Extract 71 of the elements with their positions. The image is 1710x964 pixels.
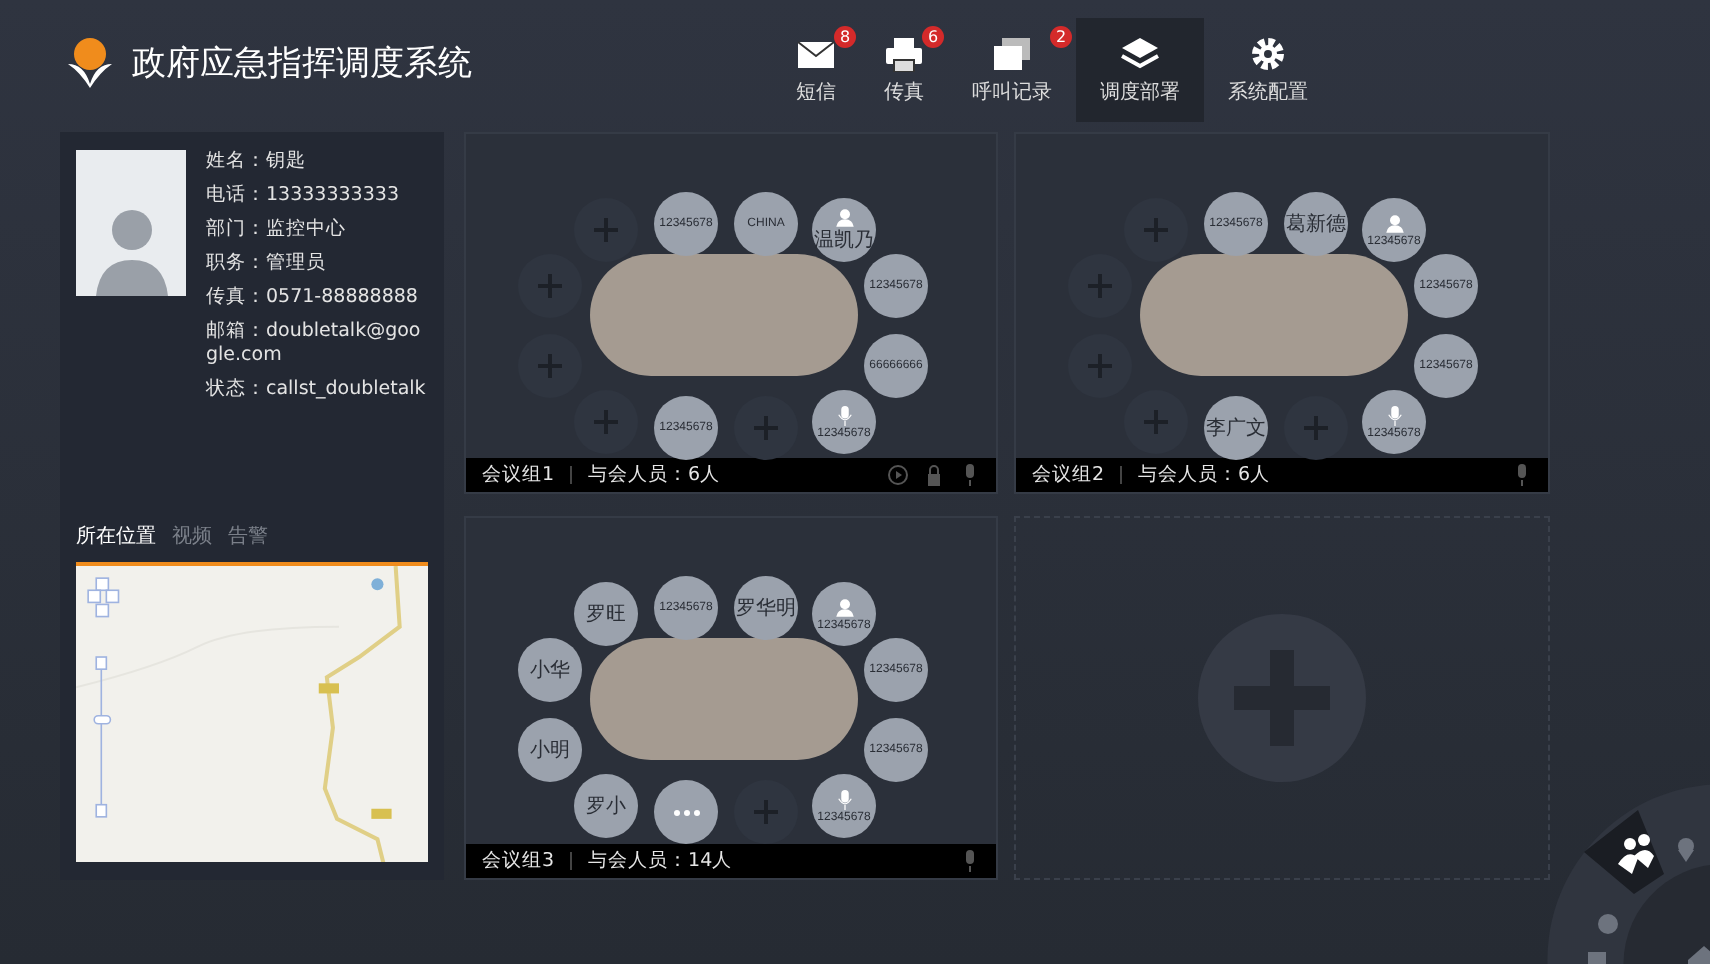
profile-field: 传真：0571-88888888 <box>206 286 428 310</box>
participant-seat[interactable]: 罗华明 <box>734 576 798 640</box>
envelope-icon <box>796 35 836 71</box>
plus-icon <box>1088 274 1112 298</box>
add-seat-button[interactable] <box>574 198 638 262</box>
microphone-icon <box>835 789 853 809</box>
settings-icon <box>1248 35 1288 71</box>
lock-icon[interactable] <box>924 464 944 486</box>
logo-icon <box>64 36 116 88</box>
add-seat-button[interactable] <box>1068 334 1132 398</box>
participant-seat[interactable]: 李广文 <box>1204 396 1268 460</box>
add-seat-button[interactable] <box>1124 390 1188 454</box>
add-seat-button[interactable] <box>518 254 582 318</box>
add-seat-button[interactable] <box>734 396 798 460</box>
participant-seat[interactable]: 温凯乃 <box>812 198 876 262</box>
tab[interactable]: 告警 <box>228 518 268 555</box>
tab[interactable]: 视频 <box>172 518 212 555</box>
plus-icon <box>1144 218 1168 242</box>
participant-seat[interactable]: 小明 <box>518 718 582 782</box>
participant-count: 与会人员：6人 <box>1138 462 1271 488</box>
plus-icon <box>1144 410 1168 434</box>
profile-field: 部门：监控中心 <box>206 218 428 242</box>
participant-seat[interactable]: 罗旺 <box>574 582 638 646</box>
count-badge: 8 <box>834 26 856 48</box>
stacked-cards-icon <box>992 35 1032 71</box>
microphone-icon <box>1385 405 1403 425</box>
tab[interactable]: 所在位置 <box>76 518 156 555</box>
nav-button[interactable]: 系统配置 <box>1204 18 1332 122</box>
count-badge: 6 <box>922 26 944 48</box>
count-badge: 2 <box>1050 26 1072 48</box>
group-name: 会议组2 <box>1032 462 1105 488</box>
add-seat-button[interactable] <box>1068 254 1132 318</box>
microphone-icon <box>835 405 853 425</box>
participant-seat[interactable]: 罗小 <box>574 774 638 838</box>
add-seat-button[interactable] <box>518 334 582 398</box>
plus-icon <box>594 218 618 242</box>
more-button[interactable] <box>654 780 718 844</box>
printer-icon <box>884 35 924 71</box>
plus-icon <box>754 800 778 824</box>
plus-icon <box>538 354 562 378</box>
radial-menu-drawing[interactable] <box>1544 784 1710 964</box>
nav-button[interactable]: 传真 6 <box>860 18 948 122</box>
nav-button[interactable]: 调度部署 <box>1076 18 1204 122</box>
plus-icon <box>1304 416 1328 440</box>
add-seat-button[interactable] <box>1124 198 1188 262</box>
profile-field: 姓名：钥匙 <box>206 150 428 174</box>
participant-seat[interactable]: 葛新德 <box>1284 192 1348 256</box>
microphone-icon[interactable] <box>1512 464 1532 486</box>
app-title: 政府应急指挥调度系统 <box>132 41 472 85</box>
participant-count: 与会人员：6人 <box>588 462 721 488</box>
layers-icon <box>1120 35 1160 71</box>
add-seat-button[interactable] <box>1284 396 1348 460</box>
play-icon[interactable] <box>888 464 908 486</box>
profile-field: 电话：13333333333 <box>206 184 428 208</box>
plus-icon <box>1088 354 1112 378</box>
add-seat-button[interactable] <box>574 390 638 454</box>
plus-icon <box>594 410 618 434</box>
group-name: 会议组3 <box>482 848 555 874</box>
participant-count: 与会人员：14人 <box>588 848 733 874</box>
plus-icon <box>754 416 778 440</box>
group-name: 会议组1 <box>482 462 555 488</box>
nav-button[interactable]: 短信 8 <box>772 18 860 122</box>
profile-field: 状态：callst_doubletalk <box>206 378 428 402</box>
add-seat-button[interactable] <box>734 780 798 844</box>
microphone-icon[interactable] <box>960 850 980 872</box>
nav-button[interactable]: 呼叫记录 2 <box>948 18 1076 122</box>
plus-icon <box>538 274 562 298</box>
profile-field: 职务：管理员 <box>206 252 428 276</box>
participant-seat[interactable]: 小华 <box>518 638 582 702</box>
microphone-icon[interactable] <box>960 464 980 486</box>
profile-field: 邮箱：doubletalk@google.com <box>206 320 428 368</box>
